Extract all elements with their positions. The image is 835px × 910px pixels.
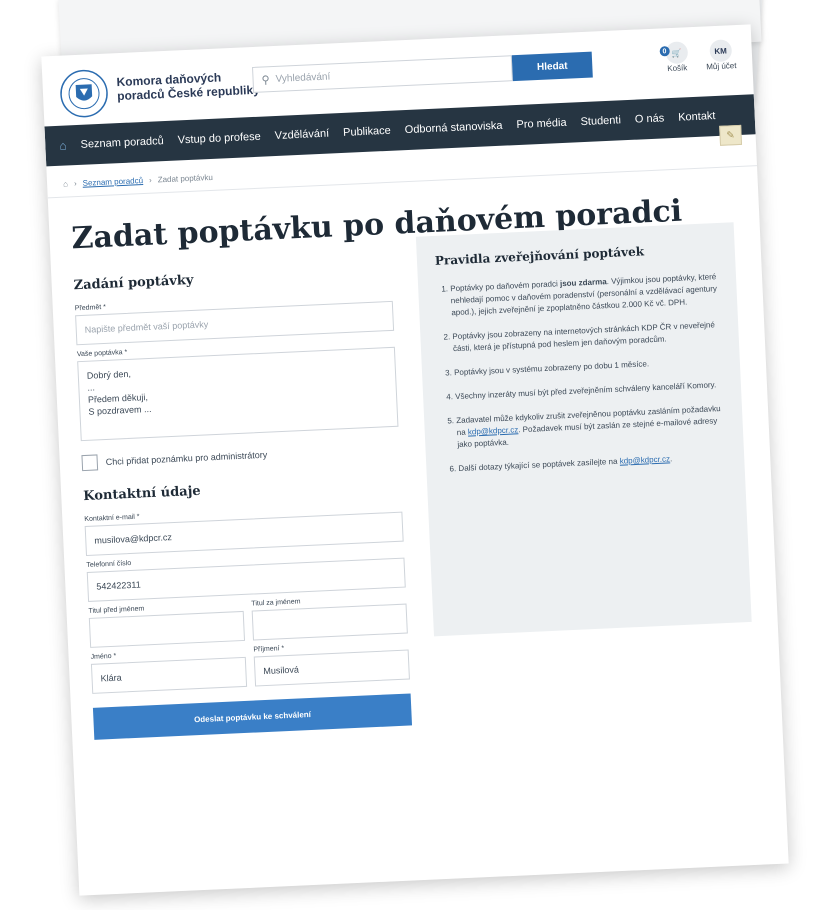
- breadcrumb-link-advisors[interactable]: Seznam poradců: [82, 176, 143, 188]
- nav-item-profession[interactable]: Vstup do profese: [177, 131, 261, 147]
- admin-note-label: Chci přidat poznámku pro administrátory: [105, 449, 268, 468]
- account-label: Můj účet: [706, 61, 737, 72]
- rules-panel: Pravidla zveřejňování poptávek Poptávky …: [415, 222, 752, 637]
- nav-item-opinions[interactable]: Odborná stanoviska: [404, 120, 502, 136]
- nav-item-media[interactable]: Pro média: [516, 117, 567, 131]
- list-item: Další dotazy týkající se poptávek zasíle…: [458, 451, 726, 475]
- cart-label: Košík: [667, 63, 688, 74]
- account-button[interactable]: KM Můj účet: [705, 39, 737, 71]
- chevron-right-icon: ›: [148, 175, 152, 185]
- chevron-right-icon: ›: [73, 179, 77, 189]
- search-input[interactable]: ⚲ Vyhledávání: [252, 55, 513, 93]
- home-icon[interactable]: ⌂: [59, 138, 67, 152]
- list-item: Zadavatel může kdykoliv zrušit zveřejněn…: [456, 403, 725, 451]
- rule-text: Další dotazy týkající se poptávek zasíle…: [458, 456, 618, 474]
- rule-emphasis: jsou zdarma: [559, 277, 607, 289]
- search-button[interactable]: Hledat: [511, 51, 593, 82]
- admin-note-checkbox[interactable]: [81, 454, 99, 472]
- admin-note-checkbox-row[interactable]: Chci přidat poznámku pro administrátory: [81, 441, 399, 472]
- pencil-icon[interactable]: ✎: [719, 124, 743, 146]
- submit-button[interactable]: Odeslat poptávku ke schválení: [92, 693, 413, 740]
- org-name[interactable]: Komora daňových poradců České republiky: [116, 69, 260, 103]
- nav-item-students[interactable]: Studenti: [580, 114, 621, 128]
- logo-icon: [60, 69, 108, 118]
- nav-item-publications[interactable]: Publikace: [343, 125, 391, 139]
- nav-item-education[interactable]: Vzdělávání: [274, 128, 329, 142]
- cart-icon: 🛒 0: [659, 41, 689, 65]
- list-item: Všechny inzeráty musí být před zveřejněn…: [455, 379, 723, 403]
- last-name-field[interactable]: Musilová: [253, 649, 410, 687]
- search-placeholder: Vyhledávání: [275, 70, 331, 85]
- nav-item-advisors[interactable]: Seznam poradců: [80, 135, 164, 151]
- list-item: Poptávky jsou zobrazeny na internetových…: [452, 319, 721, 355]
- request-text-line: S pozdravem ...: [88, 403, 152, 417]
- request-text-line: ...: [87, 382, 96, 393]
- avatar: KM: [709, 39, 733, 63]
- first-name-field[interactable]: Klára: [90, 656, 248, 694]
- list-item: Poptávky po daňovém poradci jsou zdarma.…: [450, 271, 719, 319]
- email-link[interactable]: kdp@kdpcr.cz: [619, 454, 670, 465]
- nav-item-about[interactable]: O nás: [635, 112, 665, 125]
- request-textarea[interactable]: Dobrý den, ... Předem děkuji, S pozdrave…: [77, 346, 399, 442]
- nav-item-contact[interactable]: Kontakt: [678, 110, 716, 124]
- rules-list: Poptávky po daňovém poradci jsou zdarma.…: [436, 271, 726, 476]
- breadcrumb-current: Zadat poptávku: [157, 172, 214, 185]
- request-text-line: Dobrý den,: [86, 368, 132, 381]
- form-section-title: Zadání poptávky: [73, 272, 194, 294]
- home-icon[interactable]: ⌂: [63, 179, 68, 188]
- email-link[interactable]: kdp@kdpcr.cz: [468, 425, 519, 436]
- cart-count-badge: 0: [659, 46, 670, 57]
- rules-title: Pravidla zveřejňování poptávek: [434, 244, 645, 268]
- search-icon: ⚲: [261, 73, 270, 87]
- contact-section-title: Kontaktní údaje: [82, 483, 201, 505]
- list-item: Poptávky jsou v systému zobrazeny po dob…: [454, 355, 722, 379]
- request-form: Zadání poptávky Předmět * Napište předmě…: [73, 252, 413, 740]
- page-printout: Komora daňových poradců České republiky …: [41, 24, 789, 896]
- cart-button[interactable]: 🛒 0 Košík: [659, 41, 689, 74]
